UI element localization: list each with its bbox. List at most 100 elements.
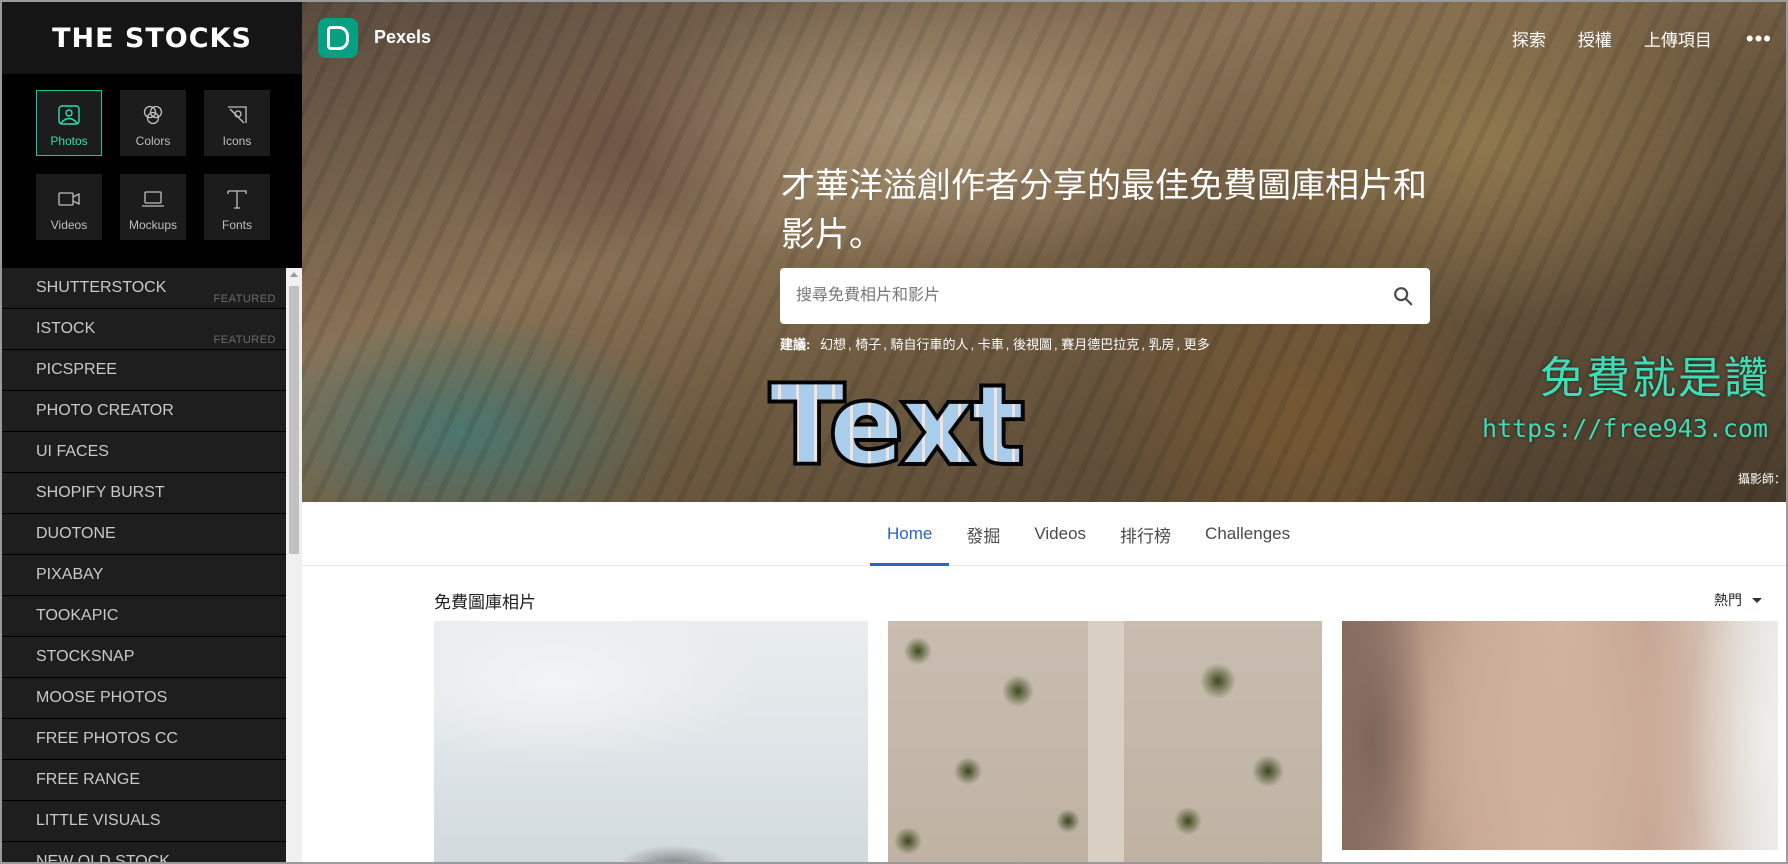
hero-headline: 才華洋溢創作者分享的最佳免費圖庫相片和影片。 bbox=[781, 166, 1427, 255]
hero-banner: Pexels 探索 授權 上傳項目 ••• 才華洋溢創作者分享的最佳免費圖庫相片… bbox=[302, 2, 1786, 502]
list-item[interactable]: SHOPIFY BURST bbox=[2, 473, 286, 514]
more-menu-icon[interactable]: ••• bbox=[1746, 27, 1772, 49]
photo-card[interactable] bbox=[1342, 621, 1778, 850]
the-stocks-brand: THE STOCKS bbox=[52, 22, 252, 54]
suggestion-link[interactable]: 後視圖 bbox=[1013, 337, 1052, 352]
tab-leaderboard[interactable]: 排行榜 bbox=[1103, 502, 1188, 566]
site-name: PIXABAY bbox=[36, 566, 104, 583]
featured-badge: FEATURED bbox=[213, 334, 276, 346]
video-camera-icon bbox=[58, 192, 80, 206]
site-name: ISTOCK bbox=[36, 320, 96, 337]
list-item[interactable]: LITTLE VISUALS bbox=[2, 801, 286, 842]
category-fonts[interactable]: Fonts bbox=[204, 174, 270, 240]
icon-shape-icon bbox=[228, 106, 247, 124]
photographer-credit[interactable]: 攝影師： bbox=[1738, 470, 1786, 487]
sidebar-scrollbar[interactable] bbox=[286, 268, 302, 862]
site-name: FREE RANGE bbox=[36, 771, 141, 788]
site-name: SHOPIFY BURST bbox=[36, 484, 165, 501]
content-tabs: Home 發掘 Videos 排行榜 Challenges bbox=[302, 502, 1786, 566]
sort-label: 熱門 bbox=[1714, 592, 1742, 608]
category-label: Icons bbox=[222, 134, 252, 148]
list-item[interactable]: NEW OLD STOCK bbox=[2, 842, 286, 864]
site-name: SHUTTERSTOCK bbox=[36, 279, 167, 296]
suggestion-link[interactable]: 幻想 bbox=[820, 337, 846, 352]
stock-sites-list: SHUTTERSTOCK FEATURED ISTOCK FEATURED PICS… bbox=[2, 268, 286, 864]
tab-home[interactable]: Home bbox=[870, 502, 950, 566]
suggestion-link[interactable]: 卡車 bbox=[978, 337, 1004, 352]
watermark-title: 免費就是讚 bbox=[1540, 353, 1770, 404]
image-icon bbox=[58, 105, 80, 125]
list-item[interactable]: MOOSE PHOTOS bbox=[2, 678, 286, 719]
category-photos[interactable]: Photos bbox=[36, 90, 102, 156]
pexels-brand[interactable]: Pexels bbox=[374, 27, 431, 48]
watermark-url: https://free943.com bbox=[1482, 414, 1768, 443]
category-label: Fonts bbox=[221, 218, 252, 232]
category-label: Videos bbox=[50, 218, 88, 232]
site-name: MOOSE PHOTOS bbox=[36, 689, 168, 706]
photo-card[interactable] bbox=[888, 621, 1322, 862]
suggestion-link[interactable]: 乳房 bbox=[1148, 337, 1174, 352]
featured-badge: FEATURED bbox=[213, 293, 276, 305]
pexels-page: Pexels 探索 授權 上傳項目 ••• 才華洋溢創作者分享的最佳免費圖庫相片… bbox=[302, 2, 1786, 862]
the-stocks-logo[interactable]: THE STOCKS bbox=[2, 2, 302, 74]
list-item[interactable]: PIXABAY bbox=[2, 555, 286, 596]
color-circles-icon bbox=[143, 105, 163, 125]
site-name: FREE PHOTOS CC bbox=[36, 730, 178, 747]
tab-videos[interactable]: Videos bbox=[1017, 502, 1103, 566]
search-input[interactable] bbox=[796, 268, 1376, 324]
site-name: DUOTONE bbox=[36, 525, 116, 542]
list-item[interactable]: DUOTONE bbox=[2, 514, 286, 555]
site-name: UI FACES bbox=[36, 443, 109, 460]
suggestion-more-link[interactable]: 更多 bbox=[1184, 337, 1210, 352]
search-suggestions: 建議: 幻想, 椅子, 騎自行車的人, 卡車, 後視圖, 賽月德巴拉克, 乳房,… bbox=[780, 337, 1210, 352]
scroll-up-arrow-icon[interactable] bbox=[290, 272, 298, 277]
section-title: 免費圖庫相片 bbox=[434, 593, 536, 612]
photo-card[interactable] bbox=[434, 621, 868, 862]
suggestion-link[interactable]: 賽月德巴拉克 bbox=[1061, 337, 1139, 352]
tab-discover[interactable]: 發掘 bbox=[949, 502, 1017, 566]
category-grid: Photos Colors Icons Videos Mockups Fonts bbox=[36, 90, 278, 240]
category-icons[interactable]: Icons bbox=[204, 90, 270, 156]
nav-upload[interactable]: 上傳項目 bbox=[1644, 26, 1712, 51]
sort-dropdown[interactable]: 熱門 bbox=[1714, 590, 1762, 610]
category-videos[interactable]: Videos bbox=[36, 174, 102, 240]
search-bar bbox=[780, 268, 1430, 324]
search-icon[interactable] bbox=[1392, 285, 1414, 307]
site-name: LITTLE VISUALS bbox=[36, 812, 161, 829]
chevron-down-icon bbox=[1752, 597, 1762, 603]
list-item[interactable]: PICSPREE bbox=[2, 350, 286, 391]
suggestion-link[interactable]: 騎自行車的人 bbox=[890, 337, 968, 352]
suggestions-label: 建議: bbox=[780, 337, 811, 352]
category-label: Mockups bbox=[128, 218, 178, 232]
list-item[interactable]: FREE PHOTOS CC bbox=[2, 719, 286, 760]
category-label: Colors bbox=[135, 134, 171, 148]
site-name: PICSPREE bbox=[36, 361, 117, 378]
nav-license[interactable]: 授權 bbox=[1578, 26, 1612, 51]
list-item[interactable]: TOOKAPIC bbox=[2, 596, 286, 637]
type-icon bbox=[227, 190, 247, 209]
nav-links: 探索 授權 上傳項目 ••• bbox=[1480, 26, 1772, 51]
top-navigation: Pexels 探索 授權 上傳項目 ••• bbox=[302, 2, 1786, 74]
list-item[interactable]: FREE RANGE bbox=[2, 760, 286, 801]
list-item[interactable]: SHUTTERSTOCK FEATURED bbox=[2, 268, 286, 309]
site-name: PHOTO CREATOR bbox=[36, 402, 174, 419]
category-mockups[interactable]: Mockups bbox=[120, 174, 186, 240]
browser-viewport: THE STOCKS Photos Colors Icons Videos Mo… bbox=[0, 0, 1788, 864]
site-name: NEW OLD STOCK bbox=[36, 853, 170, 864]
pexels-logo-icon[interactable] bbox=[318, 18, 358, 58]
list-item[interactable]: PHOTO CREATOR bbox=[2, 391, 286, 432]
nav-explore[interactable]: 探索 bbox=[1512, 26, 1546, 51]
list-item[interactable]: UI FACES bbox=[2, 432, 286, 473]
tab-challenges[interactable]: Challenges bbox=[1188, 502, 1307, 566]
list-item[interactable]: STOCKSNAP bbox=[2, 637, 286, 678]
scrollbar-thumb[interactable] bbox=[289, 286, 299, 554]
site-name: TOOKAPIC bbox=[36, 607, 119, 624]
suggestion-link[interactable]: 椅子 bbox=[855, 337, 881, 352]
list-item[interactable]: ISTOCK FEATURED bbox=[2, 309, 286, 350]
the-stocks-sidebar: THE STOCKS Photos Colors Icons Videos Mo… bbox=[2, 2, 302, 864]
site-name: STOCKSNAP bbox=[36, 648, 135, 665]
category-colors[interactable]: Colors bbox=[120, 90, 186, 156]
category-label: Photos bbox=[50, 134, 88, 148]
overlay-text: Text bbox=[771, 364, 1025, 487]
laptop-icon bbox=[142, 191, 164, 207]
